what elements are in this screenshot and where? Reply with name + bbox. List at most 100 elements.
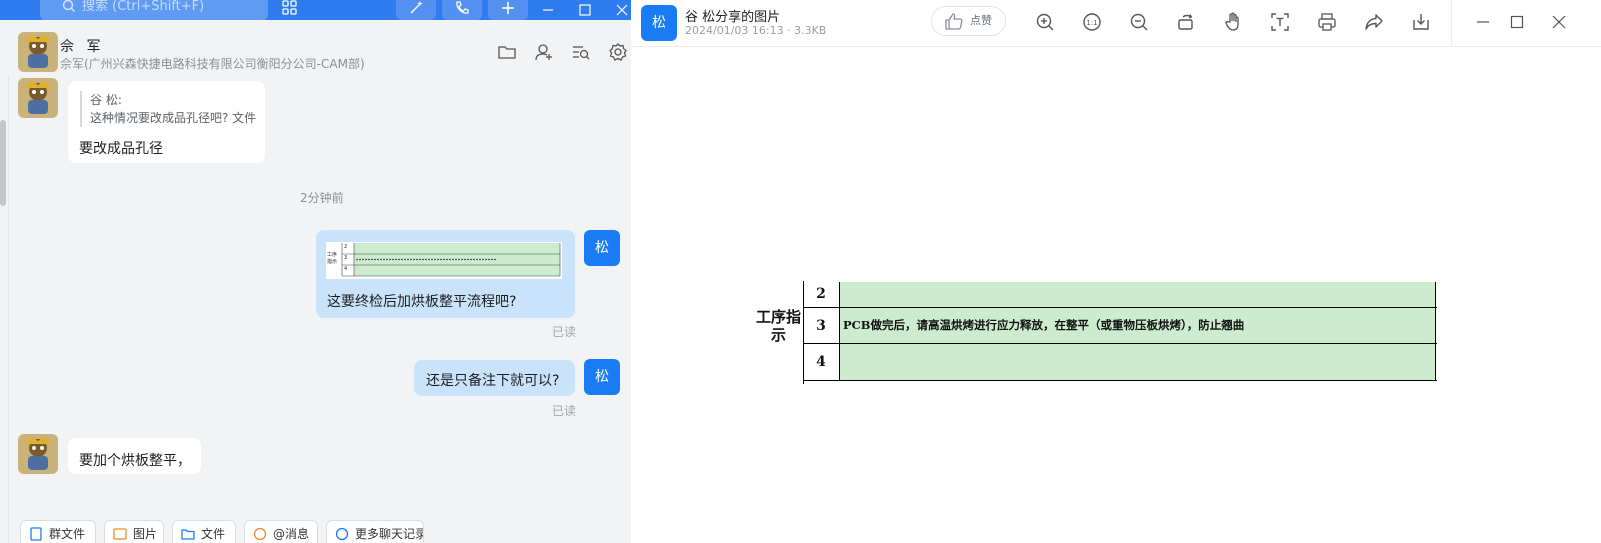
thumbs-up-icon bbox=[945, 13, 963, 30]
extract-text-icon[interactable] bbox=[1270, 12, 1290, 32]
search-placeholder: 搜索 (Ctrl+Shift+F) bbox=[82, 0, 205, 14]
message-bubble[interactable]: 谷 松: 这种情况要改成品孔径吧? 文件 要改成品孔径 bbox=[68, 81, 265, 163]
maximize-icon bbox=[1510, 15, 1524, 29]
quote-author: 谷 松: bbox=[90, 93, 122, 107]
hand-icon[interactable] bbox=[1223, 12, 1243, 32]
row-number: 3 bbox=[816, 318, 826, 334]
row-text bbox=[839, 344, 1436, 380]
tab-group-files[interactable]: 群文件 bbox=[20, 520, 96, 543]
image-thumbnail[interactable]: 工序指示 2 3 4 bbox=[326, 242, 562, 279]
minimize-button[interactable] bbox=[1473, 12, 1493, 32]
minimize-icon bbox=[1477, 21, 1489, 23]
maximize-button[interactable] bbox=[567, 0, 603, 20]
viewer-title: 谷 松分享的图片 bbox=[685, 10, 781, 25]
table-edge bbox=[803, 281, 804, 384]
chat-window: 搜索 (Ctrl+Shift+F) 佘 军 佘军(广州兴森快捷电路科技有限公司衡… bbox=[0, 0, 631, 543]
self-avatar[interactable]: 松 bbox=[584, 230, 620, 266]
tab-more-history[interactable]: 更多聊天记录 bbox=[326, 520, 424, 543]
like-label: 点赞 bbox=[970, 14, 992, 27]
contact-avatar[interactable] bbox=[18, 32, 58, 72]
image-icon bbox=[113, 528, 127, 540]
zoom-out-icon[interactable] bbox=[1129, 12, 1149, 32]
file-icon bbox=[30, 527, 42, 541]
share-icon[interactable] bbox=[1364, 12, 1384, 32]
table-row: 3 PCB做完后，请高温烘烤进行应力释放，在整平（或重物压板烘烤），防止翘曲 bbox=[803, 308, 1437, 344]
contact-subtitle: 佘军(广州兴森快捷电路科技有限公司衡阳分公司-CAM部) bbox=[60, 57, 365, 71]
maximize-icon bbox=[579, 4, 591, 16]
folder-icon[interactable] bbox=[497, 42, 517, 62]
sharer-avatar[interactable]: 松 bbox=[641, 5, 677, 41]
row-text: PCB做完后，请高温烘烤进行应力释放，在整平（或重物压板烘烤），防止翘曲 bbox=[839, 308, 1436, 343]
print-icon[interactable] bbox=[1317, 12, 1337, 32]
row-number: 4 bbox=[816, 354, 826, 370]
close-button[interactable] bbox=[1549, 12, 1569, 32]
divider bbox=[8, 76, 9, 543]
like-button[interactable]: 点赞 bbox=[931, 6, 1006, 36]
tab-label: 更多聊天记录 bbox=[355, 527, 424, 541]
message-text: 要加个烘板整平， bbox=[79, 453, 191, 469]
phone-icon bbox=[456, 1, 469, 14]
actual-size-icon[interactable]: 1:1 bbox=[1082, 12, 1102, 32]
zoom-in-icon[interactable] bbox=[1035, 12, 1055, 32]
tab-label: 图片 bbox=[133, 527, 158, 541]
history-icon bbox=[335, 527, 349, 541]
call-button[interactable] bbox=[442, 0, 482, 20]
self-avatar[interactable]: 松 bbox=[584, 359, 620, 395]
message-bubble[interactable]: 要加个烘板整平， bbox=[68, 438, 201, 474]
thumb-label: 工序指示 bbox=[327, 252, 338, 265]
table-row: 2 bbox=[803, 282, 1437, 308]
quoted-message[interactable]: 谷 松: 这种情况要改成品孔径吧? 文件 bbox=[80, 91, 256, 127]
table-row: 4 bbox=[803, 344, 1437, 381]
shared-image: 工序指示 2 3 PCB做完后，请高温烘烤进行应力释放，在整平（或重物压板烘烤）… bbox=[756, 281, 1437, 385]
folder-icon bbox=[181, 529, 195, 540]
at-icon bbox=[253, 527, 267, 541]
tab-label: @消息 bbox=[273, 527, 310, 541]
message-text: 要改成品孔径 bbox=[79, 141, 163, 157]
top-bar: 搜索 (Ctrl+Shift+F) bbox=[0, 0, 631, 20]
maximize-button[interactable] bbox=[1507, 12, 1527, 32]
contact-avatar[interactable] bbox=[18, 434, 58, 474]
minimize-button[interactable] bbox=[530, 0, 566, 20]
search-icon bbox=[62, 0, 76, 21]
thumb-row-num: 3 bbox=[344, 255, 348, 261]
tab-label: 文件 bbox=[201, 527, 226, 541]
row-number: 2 bbox=[816, 286, 826, 302]
contact-name: 佘 军 bbox=[60, 39, 105, 55]
gear-icon[interactable] bbox=[608, 42, 628, 62]
thumb-row-num: 4 bbox=[344, 266, 348, 272]
read-status: 已读 bbox=[552, 404, 577, 418]
plus-icon bbox=[502, 2, 514, 14]
divider bbox=[1451, 0, 1452, 47]
image-viewer: 松 谷 松分享的图片 2024/01/03 16:13 · 3.3KB 点赞 1… bbox=[631, 0, 1601, 543]
row-text bbox=[839, 282, 1436, 307]
add-member-icon[interactable] bbox=[534, 42, 554, 62]
close-icon bbox=[616, 4, 628, 16]
thumb-row-num: 2 bbox=[344, 244, 348, 250]
section-label: 工序指示 bbox=[756, 308, 802, 344]
viewer-meta: 2024/01/03 16:13 · 3.3KB bbox=[685, 24, 827, 37]
chat-header: 佘 军 佘军(广州兴森快捷电路科技有限公司衡阳分公司-CAM部) bbox=[0, 28, 631, 76]
quote-text: 这种情况要改成品孔径吧? 文件 bbox=[90, 111, 257, 125]
tab-mentions[interactable]: @消息 bbox=[244, 520, 318, 543]
minimize-icon bbox=[543, 9, 553, 11]
app-grid-icon[interactable] bbox=[280, 0, 300, 20]
contact-avatar[interactable] bbox=[18, 78, 58, 118]
tab-files[interactable]: 文件 bbox=[172, 520, 236, 543]
search-history-icon[interactable] bbox=[571, 42, 591, 62]
magic-wand-icon bbox=[410, 1, 423, 14]
message-text: 这要终检后加烘板整平流程吧? bbox=[327, 294, 517, 310]
viewer-header: 松 谷 松分享的图片 2024/01/03 16:13 · 3.3KB 点赞 1… bbox=[631, 0, 1601, 47]
add-button[interactable] bbox=[488, 0, 528, 20]
magic-wand-button[interactable] bbox=[396, 0, 436, 20]
tab-images[interactable]: 图片 bbox=[104, 520, 164, 543]
download-icon[interactable] bbox=[1411, 12, 1431, 32]
message-bubble[interactable]: 还是只备注下就可以? bbox=[414, 360, 575, 396]
read-status: 已读 bbox=[552, 325, 577, 339]
scrollbar[interactable] bbox=[0, 120, 6, 206]
message-bubble[interactable]: 工序指示 2 3 4 这要终检后加烘板整平流程吧? bbox=[316, 230, 575, 318]
close-button[interactable] bbox=[604, 0, 631, 20]
time-separator: 2分钟前 bbox=[300, 191, 344, 205]
search-input[interactable]: 搜索 (Ctrl+Shift+F) bbox=[40, 0, 268, 20]
tab-label: 群文件 bbox=[49, 527, 86, 541]
rotate-icon[interactable] bbox=[1176, 12, 1196, 32]
